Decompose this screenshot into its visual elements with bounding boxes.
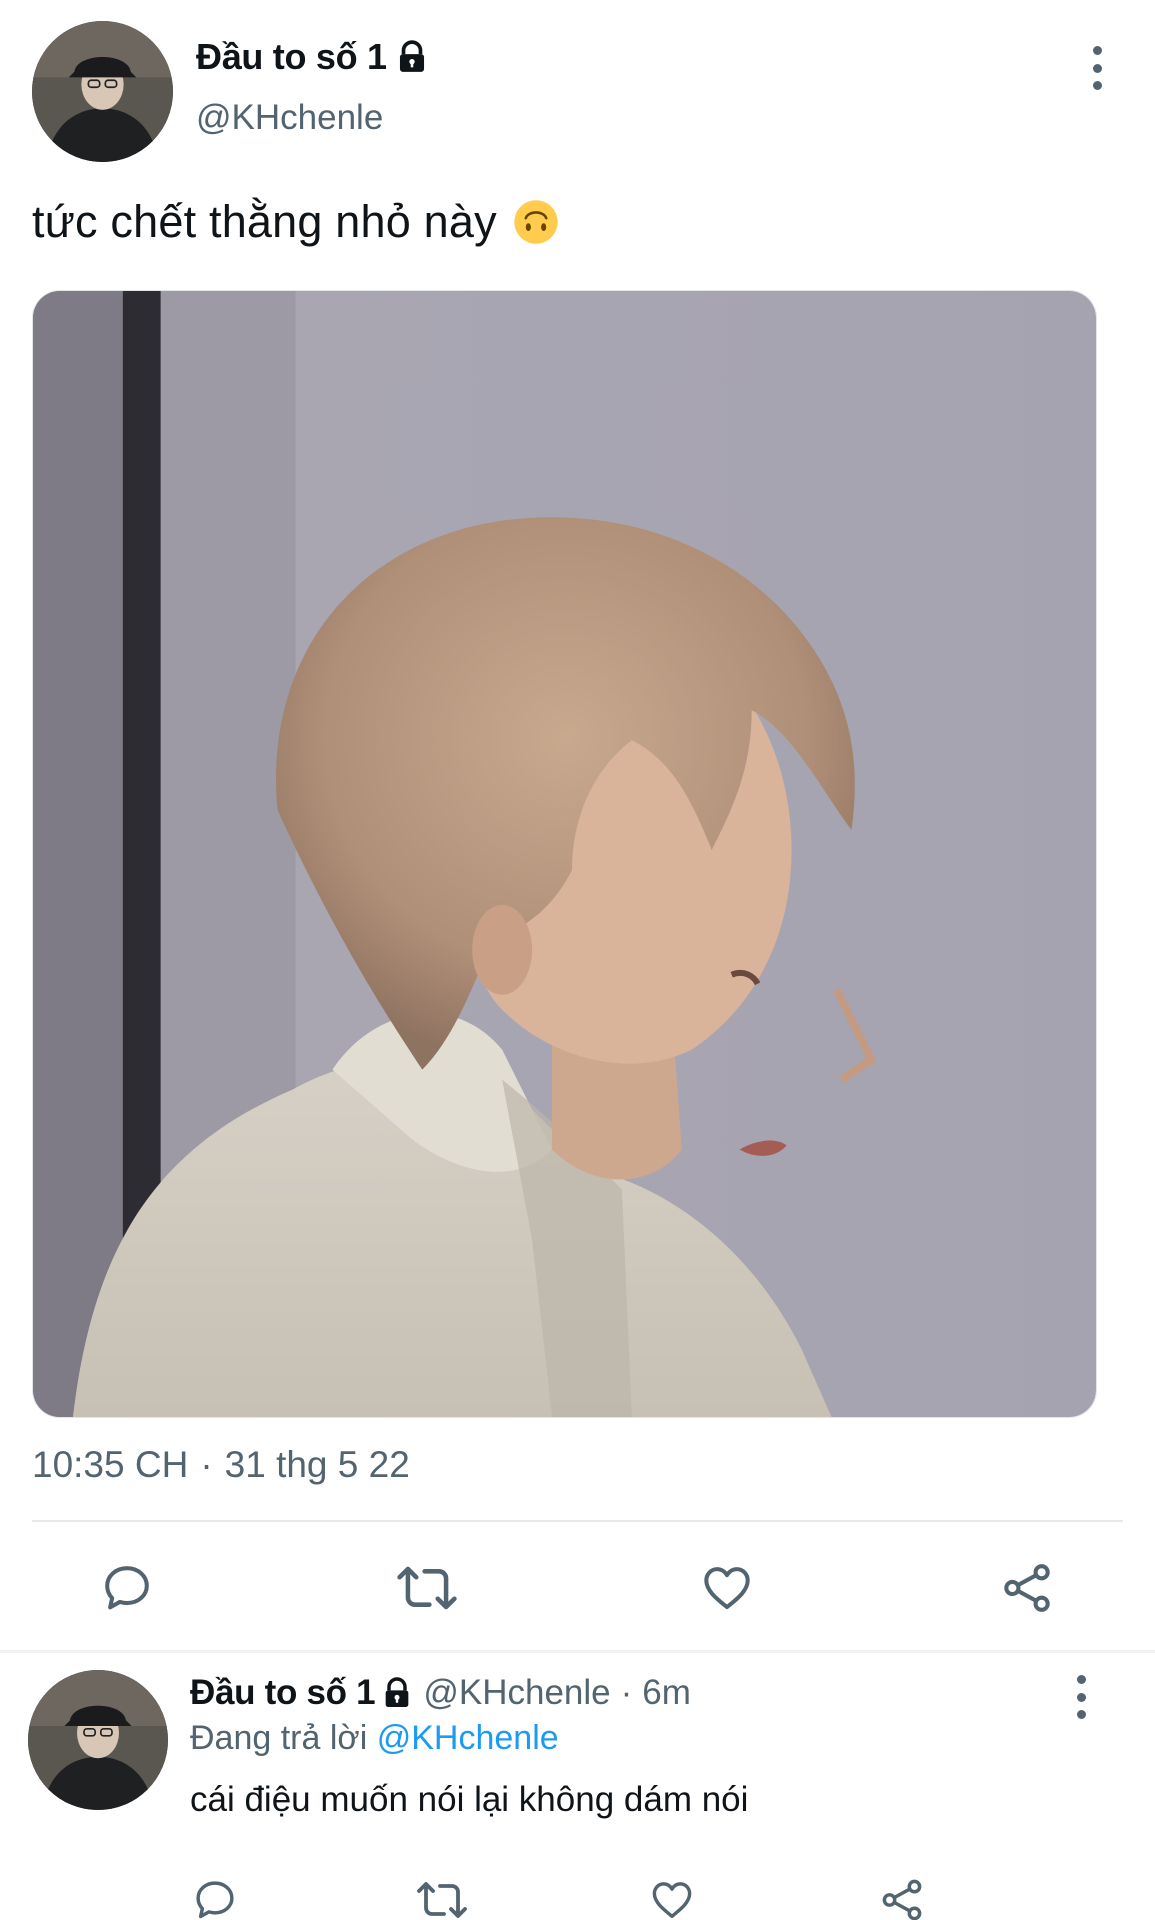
photo-image <box>33 291 1096 1417</box>
replying-to-prefix: Đang trả lời <box>190 1719 368 1757</box>
tweet-header: Đầu to số 1 @KHchenle <box>0 0 1155 170</box>
author-avatar[interactable] <box>32 21 173 162</box>
reply-more-options-icon[interactable] <box>1071 1675 1091 1719</box>
tweet-text: tức chết thằng nhỏ này <box>32 196 559 248</box>
reply-tweet[interactable]: Đầu to số 1 @KHchenle · 6m Đang trả lời … <box>0 1653 1155 1920</box>
retweet-icon <box>417 1882 467 1918</box>
tweet-text-content: tức chết thằng nhỏ này <box>32 196 497 247</box>
divider <box>32 1520 1123 1522</box>
tweet-photo[interactable] <box>32 290 1097 1418</box>
reply-like-button[interactable] <box>647 1875 697 1920</box>
timestamp-separator: · <box>200 1444 213 1485</box>
more-options-icon[interactable] <box>1087 46 1107 90</box>
replying-to-link[interactable]: @KHchenle <box>377 1719 559 1757</box>
avatar-image <box>28 1670 168 1810</box>
comment-icon <box>196 1881 234 1919</box>
reply-reply-button[interactable] <box>190 1875 240 1920</box>
reply-text: cái điệu muốn nói lại không dám nói <box>190 1780 749 1819</box>
like-button[interactable] <box>697 1558 757 1618</box>
avatar-image <box>32 21 173 162</box>
reply-author-handle[interactable]: @KHchenle <box>423 1673 610 1713</box>
reply-action-bar <box>0 1875 1155 1920</box>
retweet-icon <box>397 1566 457 1610</box>
comment-icon <box>105 1566 149 1610</box>
heart-icon <box>652 1882 692 1919</box>
upside-down-face-emoji-icon <box>514 200 558 244</box>
heart-icon <box>704 1567 750 1610</box>
reply-separator: · <box>620 1673 633 1712</box>
reply-time[interactable]: 6m <box>642 1673 691 1713</box>
author-name-row[interactable]: Đầu to số 1 <box>196 36 429 78</box>
retweet-button[interactable] <box>395 1558 459 1618</box>
tweet-time: 10:35 CH <box>32 1444 189 1485</box>
reply-share-button[interactable] <box>877 1875 927 1920</box>
tweet-date: 31 thg 5 22 <box>224 1444 410 1485</box>
lock-icon <box>386 1677 409 1707</box>
share-button[interactable] <box>997 1558 1057 1618</box>
reply-header: Đầu to số 1 @KHchenle · 6m <box>190 1673 691 1713</box>
lock-icon <box>399 40 424 72</box>
author-handle[interactable]: @KHchenle <box>196 98 383 138</box>
author-display-name[interactable]: Đầu to số 1 <box>196 36 387 78</box>
share-icon <box>1004 1564 1050 1612</box>
reply-author-avatar[interactable] <box>28 1670 168 1810</box>
share-icon <box>882 1879 922 1920</box>
tweet-action-bar <box>0 1558 1155 1618</box>
reply-button[interactable] <box>97 1558 157 1618</box>
replying-to-line: Đang trả lời @KHchenle <box>190 1719 559 1758</box>
tweet-timestamp[interactable]: 10:35 CH · 31 thg 5 22 <box>32 1444 410 1486</box>
reply-author-display-name[interactable]: Đầu to số 1 <box>190 1673 376 1713</box>
reply-retweet-button[interactable] <box>415 1875 469 1920</box>
